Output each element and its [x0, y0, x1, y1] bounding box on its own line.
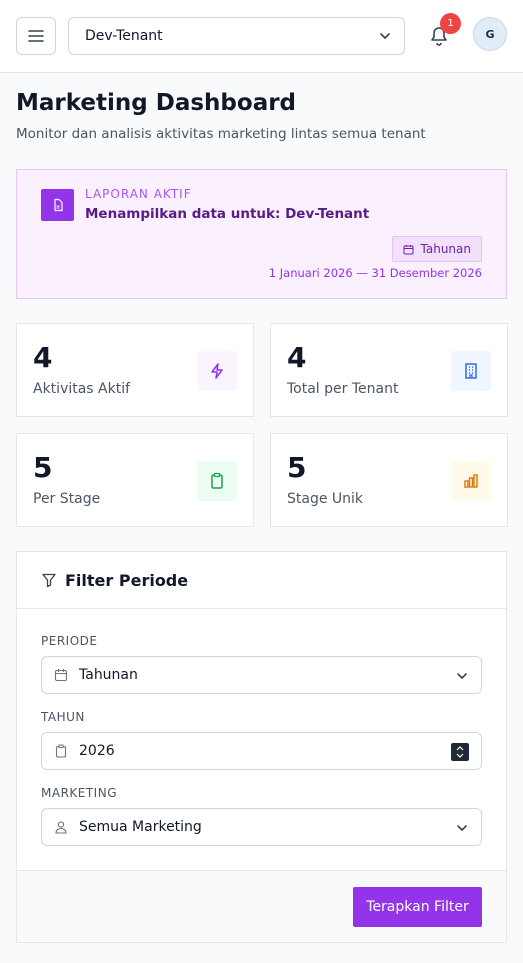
number-stepper[interactable] [451, 743, 469, 761]
menu-button[interactable] [16, 17, 56, 55]
chevron-down-icon [457, 825, 467, 831]
marketing-label: MARKETING [41, 786, 117, 800]
filter-panel: Filter Periode PERIODE Tahunan TAHUN 202… [16, 551, 507, 943]
period-chip: Tahunan [391, 236, 482, 262]
stat-label: Per Stage [33, 491, 101, 507]
period-chip-label: Tahunan [420, 242, 471, 256]
periode-label: PERIODE [41, 634, 98, 648]
stat-label: Total per Tenant [287, 381, 399, 397]
stat-card-stage-unik: 5 Stage Unik [270, 433, 508, 527]
stat-card-aktivitas-aktif: 4 Aktivitas Aktif [16, 323, 254, 417]
stat-label: Stage Unik [287, 491, 364, 507]
document-icon [41, 189, 74, 221]
tahun-label: TAHUN [41, 710, 85, 724]
avatar[interactable]: G [473, 17, 507, 51]
report-title: Menampilkan data untuk: Dev-Tenant [85, 206, 370, 222]
bolt-icon [197, 351, 237, 391]
tenant-select[interactable]: Dev-Tenant [68, 17, 405, 55]
calendar-icon [403, 244, 414, 254]
filter-footer: Terapkan Filter [17, 870, 506, 942]
tahun-input[interactable]: 2026 [41, 732, 482, 770]
clipboard-icon [197, 461, 237, 501]
filter-icon [42, 573, 56, 588]
report-date-range: 1 Januari 2026 — 31 Desember 2026 [268, 266, 482, 280]
filter-header: Filter Periode [17, 552, 506, 609]
stat-card-per-stage: 5 Per Stage [16, 433, 254, 527]
stat-value: 4 [287, 341, 307, 374]
stat-card-total-per-tenant: 4 Total per Tenant [270, 323, 508, 417]
stepper-down-icon [456, 753, 464, 758]
hamburger-icon [28, 30, 44, 42]
report-kicker: LAPORAN AKTIF [85, 187, 192, 201]
stat-value: 4 [33, 341, 53, 374]
tenant-select-value: Dev-Tenant [85, 28, 163, 44]
chevron-down-icon [457, 673, 467, 679]
active-report-banner: LAPORAN AKTIF Menampilkan data untuk: De… [16, 169, 507, 299]
page-subtitle: Monitor dan analisis aktivitas marketing… [16, 126, 426, 142]
user-icon [55, 821, 67, 834]
stat-label: Aktivitas Aktif [33, 381, 131, 397]
stat-value: 5 [287, 451, 307, 484]
top-bar: Dev-Tenant 1 G [0, 0, 523, 73]
calendar-icon [54, 669, 68, 682]
bar-chart-icon [451, 461, 491, 501]
stepper-up-icon [456, 746, 464, 751]
chevron-down-icon [380, 33, 390, 39]
marketing-value: Semua Marketing [79, 819, 202, 835]
tahun-value: 2026 [79, 743, 115, 759]
filter-title: Filter Periode [65, 571, 189, 590]
periode-value: Tahunan [79, 667, 138, 683]
page-title: Marketing Dashboard [16, 90, 297, 116]
stat-value: 5 [33, 451, 53, 484]
marketing-select[interactable]: Semua Marketing [41, 808, 482, 846]
periode-select[interactable]: Tahunan [41, 656, 482, 694]
apply-filter-button[interactable]: Terapkan Filter [353, 887, 482, 927]
clipboard-icon [55, 744, 67, 758]
building-icon [451, 351, 491, 391]
notification-badge: 1 [440, 13, 461, 34]
